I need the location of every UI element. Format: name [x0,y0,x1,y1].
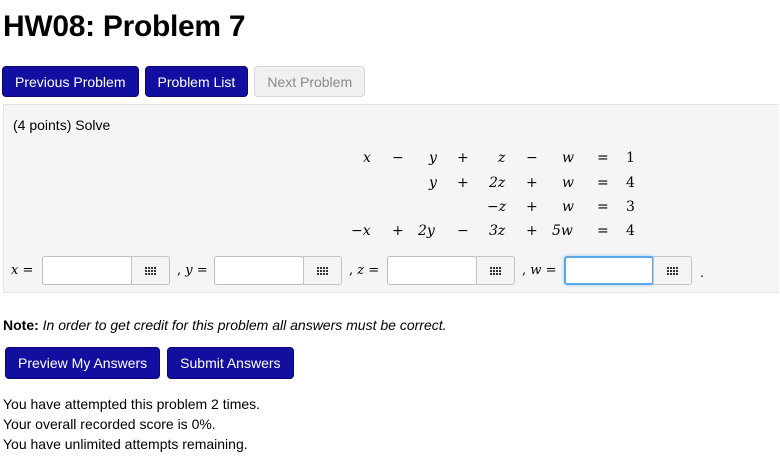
eq-term: 2z [489,175,506,191]
problem-points: (4 points) Solve [13,117,111,133]
eq-operator: + [392,223,404,239]
w-answer-input[interactable] [564,256,654,285]
eq-term: w [562,199,574,215]
attempts-text: You have attempted this problem 2 times. [3,396,261,412]
eq-equals: = [597,150,609,166]
attempt-status: You have attempted this problem 2 times.… [3,394,260,454]
previous-problem-button[interactable]: Previous Problem [2,66,139,97]
x-answer-label: x = [11,263,34,278]
score-text: Your overall recorded score is 0%. [3,416,216,432]
eq-operator: − [392,150,404,166]
eq-term: −z [487,199,507,215]
eq-term: 2y [418,223,435,239]
z-answer-input[interactable] [387,256,477,285]
y-answer-input[interactable] [214,256,304,285]
answer-row: x = , y = , z = , w = . [4,256,774,286]
next-problem-button: Next Problem [254,66,366,97]
problem-panel: (4 points) Solve x − y + z − w = 1 y + 2… [3,104,779,293]
eq-term: w [562,175,574,191]
answer-period: . [700,264,704,280]
grid-icon [317,266,328,275]
problem-list-button[interactable]: Problem List [144,66,249,97]
eq-operator: − [457,223,469,239]
grid-icon [145,266,156,275]
problem-navigation: Previous Problem Problem List Next Probl… [2,66,366,97]
eq-equals: = [597,199,609,215]
x-answer-input[interactable] [42,256,132,285]
eq-constant: 4 [626,175,635,191]
eq-constant: 1 [626,150,635,166]
eq-constant: 4 [626,223,635,239]
eq-operator: + [457,150,469,166]
eq-term: 5w [552,223,573,239]
note-label: Note: [3,317,39,333]
grid-icon [490,266,501,275]
eq-equals: = [597,223,609,239]
eq-term: w [562,150,574,166]
eq-constant: 3 [626,199,635,215]
w-equation-editor-button[interactable] [653,256,692,285]
eq-operator: + [526,223,538,239]
eq-term: x [363,150,371,166]
eq-term: 3z [489,223,506,239]
remaining-text: You have unlimited attempts remaining. [3,436,248,452]
x-equation-editor-button[interactable] [131,256,170,285]
y-equation-editor-button[interactable] [303,256,342,285]
eq-term: y [429,150,437,166]
eq-term: z [498,150,506,166]
credit-note: Note: In order to get credit for this pr… [3,317,447,333]
eq-equals: = [597,175,609,191]
note-text: In order to get credit for this problem … [42,317,447,333]
preview-answers-button[interactable]: Preview My Answers [5,347,161,379]
submit-answers-button[interactable]: Submit Answers [167,347,294,379]
eq-operator: + [457,175,469,191]
w-answer-label: , w = [522,263,557,278]
answer-actions: Preview My Answers Submit Answers [5,347,294,379]
eq-operator: − [526,150,538,166]
page-title: HW08: Problem 7 [3,10,246,43]
z-equation-editor-button[interactable] [476,256,515,285]
eq-operator: + [526,175,538,191]
eq-term: y [429,175,437,191]
grid-icon [667,266,678,275]
eq-term: −x [351,223,371,239]
z-answer-label: , z = [349,263,380,278]
y-answer-label: , y = [177,263,208,278]
eq-operator: + [526,199,538,215]
